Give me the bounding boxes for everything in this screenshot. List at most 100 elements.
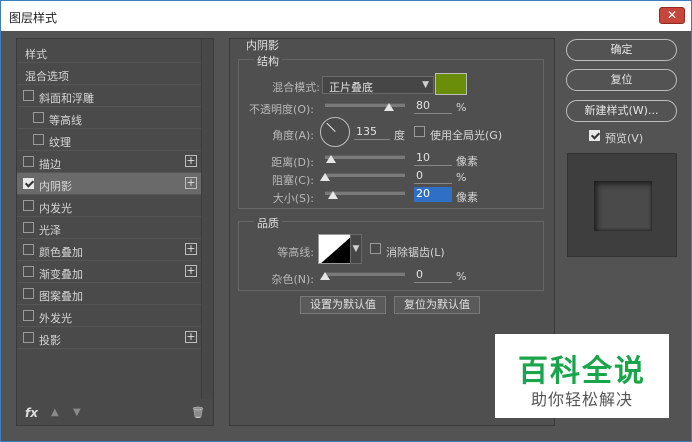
style-list-checkbox[interactable]	[23, 310, 34, 321]
antialias-checkbox[interactable]	[370, 243, 381, 254]
style-list-checkbox[interactable]	[33, 112, 44, 123]
contour-dropdown[interactable]: ▼	[350, 234, 362, 264]
style-list-label: 内阴影	[39, 180, 72, 193]
section-title: 内阴影	[246, 39, 279, 52]
style-list: 样式混合选项斜面和浮雕等高线纹理描边 + 内阴影 + 内发光光泽颜色叠加 + 渐变叠加 + 图案…	[17, 39, 201, 399]
structure-title: 结构	[254, 53, 282, 69]
style-list-item[interactable]: 等高线	[17, 107, 201, 129]
trash-icon[interactable]: 🗑	[191, 406, 205, 419]
opacity-slider-thumb[interactable]	[384, 103, 394, 111]
add-effect-icon[interactable]: +	[185, 243, 197, 255]
style-list-panel: 样式混合选项斜面和浮雕等高线纹理描边 + 内阴影 + 内发光光泽颜色叠加 + 渐变叠加 + 图案…	[16, 38, 214, 426]
angle-needle-icon	[326, 122, 336, 132]
style-list-label: 投影	[39, 334, 61, 347]
move-up-icon[interactable]: ▲	[51, 407, 59, 418]
style-list-label: 光泽	[39, 224, 61, 237]
style-list-footer: fx ▲ ▼ 🗑	[17, 401, 213, 425]
ok-button[interactable]: 确定	[566, 39, 677, 61]
style-list-label: 纹理	[49, 136, 71, 149]
antialias-label: 消除锯齿(L)	[386, 246, 445, 259]
chevron-down-icon: ▼	[422, 80, 429, 90]
style-list-item[interactable]: 混合选项	[17, 63, 201, 85]
style-list-item[interactable]: 内发光	[17, 195, 201, 217]
size-label: 大小(S):	[272, 192, 314, 205]
style-list-label: 渐变叠加	[39, 268, 83, 281]
blend-mode-select[interactable]: 正片叠底 ▼	[322, 76, 434, 94]
style-preview-swatch	[594, 181, 652, 231]
add-effect-icon[interactable]: +	[185, 177, 197, 189]
move-down-icon[interactable]: ▼	[73, 407, 81, 418]
add-effect-icon[interactable]: +	[185, 265, 197, 277]
contour-preview[interactable]	[318, 234, 352, 264]
noise-input[interactable]: 0	[414, 268, 452, 283]
distance-input[interactable]: 10	[414, 151, 452, 166]
style-list-item[interactable]: 外发光	[17, 305, 201, 327]
style-list-label: 描边	[39, 158, 61, 171]
style-list-item[interactable]: 光泽	[17, 217, 201, 239]
add-effect-icon[interactable]: +	[185, 331, 197, 343]
noise-label: 杂色(N):	[271, 273, 314, 286]
style-list-checkbox[interactable]	[23, 178, 34, 189]
shadow-color-swatch[interactable]	[435, 73, 467, 95]
style-list-label: 斜面和浮雕	[39, 92, 94, 105]
new-style-button[interactable]: 新建样式(W)...	[566, 100, 677, 122]
distance-slider[interactable]	[325, 155, 405, 159]
noise-slider[interactable]	[325, 272, 405, 276]
fx-icon[interactable]: fx	[25, 406, 38, 420]
close-button[interactable]: ✕	[659, 7, 685, 24]
contour-curve-icon	[321, 236, 351, 263]
noise-slider-thumb[interactable]	[320, 272, 330, 280]
style-list-item[interactable]: 图案叠加	[17, 283, 201, 305]
opacity-input[interactable]: 80	[414, 99, 452, 114]
style-list-checkbox[interactable]	[23, 90, 34, 101]
preview-label: 预览(V)	[605, 132, 644, 145]
style-list-item[interactable]: 样式	[17, 41, 201, 63]
choke-slider[interactable]	[325, 173, 405, 177]
add-effect-icon[interactable]: +	[185, 155, 197, 167]
style-list-item[interactable]: 内阴影 +	[17, 173, 201, 195]
style-list-checkbox[interactable]	[23, 266, 34, 277]
blend-mode-value: 正片叠底	[329, 81, 373, 94]
angle-dial[interactable]	[320, 117, 350, 147]
style-list-checkbox[interactable]	[23, 156, 34, 167]
title-bar: 图层样式 ✕	[1, 1, 691, 31]
contour-label: 等高线:	[277, 246, 314, 259]
style-list-checkbox[interactable]	[33, 134, 44, 145]
style-list-item[interactable]: 颜色叠加 +	[17, 239, 201, 261]
size-slider-thumb[interactable]	[328, 191, 338, 199]
set-default-button[interactable]: 设置为默认值	[300, 296, 386, 314]
chevron-down-icon: ▼	[352, 244, 360, 254]
style-list-label: 颜色叠加	[39, 246, 83, 259]
style-list-checkbox[interactable]	[23, 332, 34, 343]
size-input[interactable]: 20	[414, 187, 452, 202]
style-list-label: 样式	[25, 48, 47, 61]
global-light-checkbox[interactable]	[414, 126, 425, 137]
style-list-label: 图案叠加	[39, 290, 83, 303]
size-unit: 像素	[456, 191, 478, 204]
choke-unit: %	[456, 171, 467, 184]
layer-style-dialog: 图层样式 ✕ 样式混合选项斜面和浮雕等高线纹理描边 + 内阴影 + 内发光光泽颜色叠加 +…	[0, 0, 692, 442]
style-list-label: 内发光	[39, 202, 72, 215]
style-list-item[interactable]: 纹理	[17, 129, 201, 151]
style-list-checkbox[interactable]	[23, 288, 34, 299]
reset-button[interactable]: 复位	[566, 69, 677, 91]
distance-slider-thumb[interactable]	[325, 155, 336, 163]
style-list-item[interactable]: 渐变叠加 +	[17, 261, 201, 283]
choke-input[interactable]: 0	[414, 169, 452, 184]
angle-unit: 度	[394, 129, 405, 142]
style-list-item[interactable]: 投影 +	[17, 327, 201, 349]
style-list-checkbox[interactable]	[23, 244, 34, 255]
distance-label: 距离(D):	[271, 156, 314, 169]
style-list-checkbox[interactable]	[23, 222, 34, 233]
angle-input[interactable]: 135	[354, 125, 390, 140]
style-list-label: 混合选项	[25, 70, 69, 83]
choke-slider-thumb[interactable]	[320, 173, 330, 181]
style-list-scrollbar[interactable]	[201, 39, 213, 399]
style-list-checkbox[interactable]	[23, 200, 34, 211]
reset-default-button[interactable]: 复位为默认值	[394, 296, 480, 314]
style-preview	[567, 153, 677, 257]
watermark-main-text: 百科全说	[518, 354, 646, 389]
style-list-item[interactable]: 斜面和浮雕	[17, 85, 201, 107]
style-list-item[interactable]: 描边 +	[17, 151, 201, 173]
preview-checkbox[interactable]	[589, 130, 600, 141]
